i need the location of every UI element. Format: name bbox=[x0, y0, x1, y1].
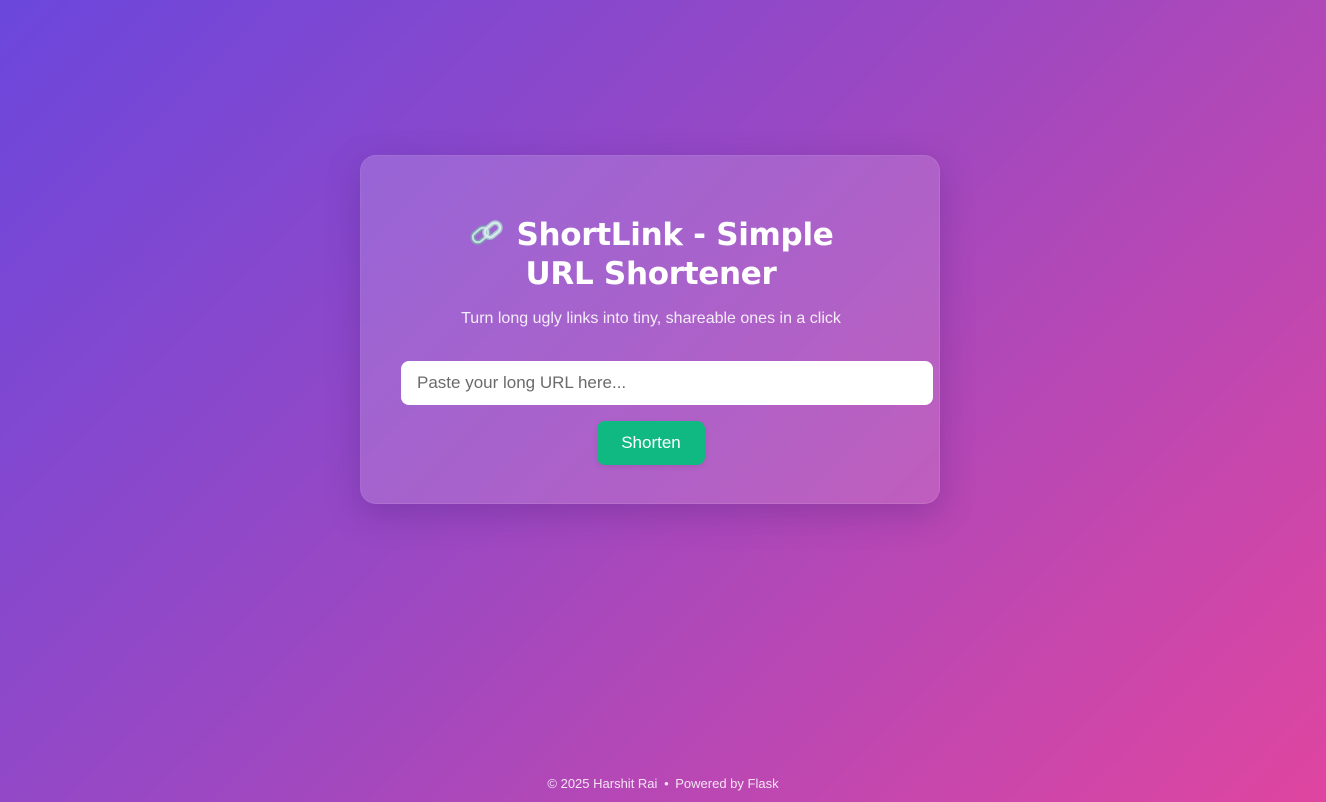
shortener-card: ShortLink - Simple URL Shortener Turn lo… bbox=[360, 155, 940, 504]
title-text-wrapper: ShortLink - Simple URL Shortener bbox=[431, 216, 871, 294]
url-input[interactable] bbox=[401, 361, 933, 405]
title-text: ShortLink - Simple URL Shortener bbox=[516, 217, 834, 292]
page-subtitle: Turn long ugly links into tiny, shareabl… bbox=[461, 310, 841, 327]
footer-powered-by: Powered by Flask bbox=[675, 776, 779, 791]
footer-copyright: © 2025 Harshit Rai bbox=[547, 776, 658, 791]
footer: © 2025 Harshit Rai • Powered by Flask bbox=[0, 775, 1326, 792]
footer-separator: • bbox=[664, 776, 669, 791]
link-icon bbox=[468, 218, 506, 248]
shorten-button[interactable]: Shorten bbox=[597, 421, 705, 465]
page-title: ShortLink - Simple URL Shortener bbox=[361, 216, 941, 294]
